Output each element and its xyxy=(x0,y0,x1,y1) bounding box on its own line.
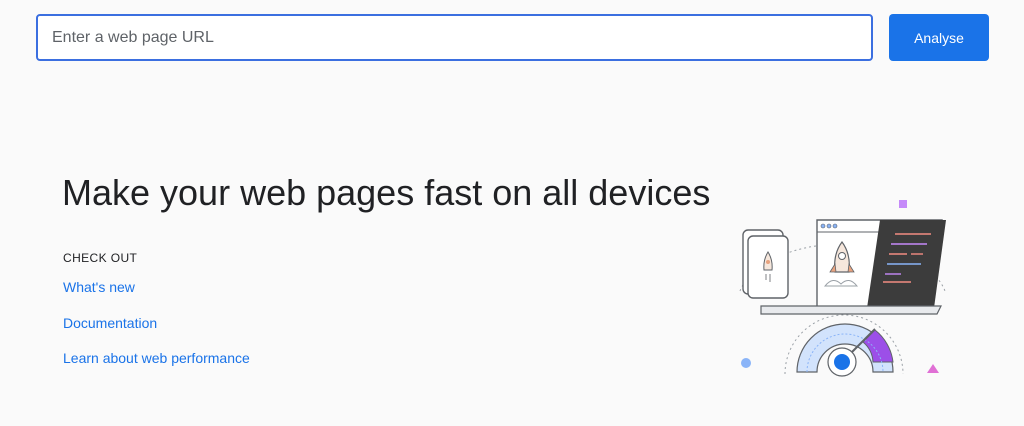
documentation-link[interactable]: Documentation xyxy=(63,315,157,331)
url-input[interactable] xyxy=(36,14,873,61)
circle-icon xyxy=(741,358,751,368)
speed-gauge-icon xyxy=(796,323,894,377)
laptop-icon xyxy=(760,219,946,315)
square-icon xyxy=(899,200,907,208)
devices-speed-illustration xyxy=(739,200,946,377)
page-title: Make your web pages fast on all devices xyxy=(62,172,711,213)
whats-new-link[interactable]: What's new xyxy=(63,279,135,295)
phone-icon xyxy=(742,229,789,299)
analyse-button[interactable]: Analyse xyxy=(889,14,989,61)
web-performance-link[interactable]: Learn about web performance xyxy=(63,350,250,366)
check-out-label: CHECK OUT xyxy=(63,251,138,265)
triangle-icon xyxy=(927,364,939,373)
